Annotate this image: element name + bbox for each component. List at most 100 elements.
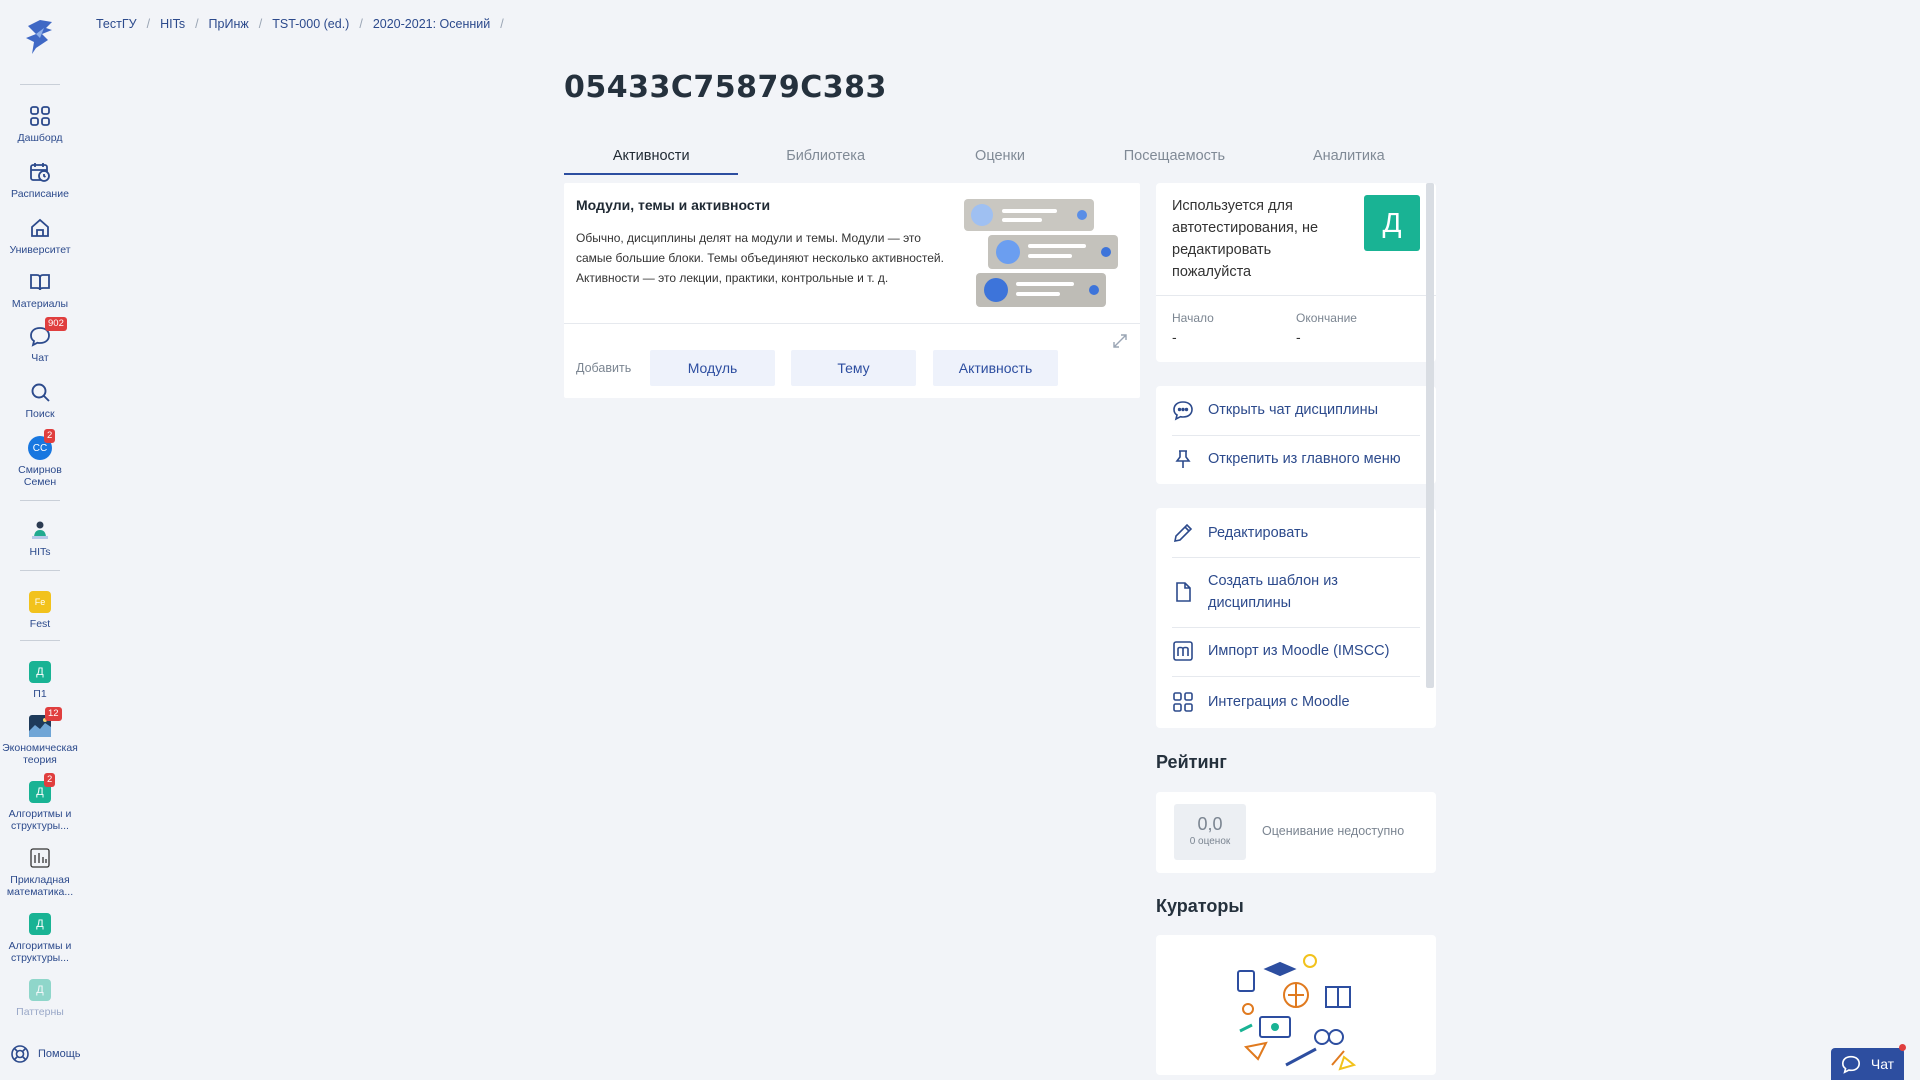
course-avatar: Д — [28, 978, 52, 1002]
breadcrumb-separator: / — [146, 17, 151, 31]
add-topic-button[interactable]: Тему — [791, 350, 916, 386]
university-icon — [28, 216, 52, 240]
chat-button[interactable]: Чат — [1831, 1048, 1904, 1080]
tab-activities[interactable]: Активности — [564, 144, 739, 176]
action-label: Импорт из Moodle (IMSCC) — [1208, 643, 1390, 659]
breadcrumb-item[interactable]: TST-000 (ed.) — [272, 17, 349, 31]
sidebar-item-profile[interactable]: СС 2 Смирнов Семен — [0, 429, 80, 488]
divider — [1172, 676, 1420, 677]
modules-card: Модули, темы и активности Обычно, дисцип… — [564, 183, 1140, 398]
sidebar-item-chat[interactable]: 902 Чат — [0, 317, 80, 364]
unread-badge: 902 — [45, 317, 67, 331]
end-date-value: - — [1296, 329, 1301, 345]
import-moodle-action[interactable]: Импорт из Moodle (IMSCC) — [1172, 640, 1420, 662]
sidebar-item-schedule[interactable]: Расписание — [0, 160, 80, 200]
sidebar-item-label: HITs — [29, 546, 51, 558]
hits-logo-icon — [28, 518, 52, 542]
sidebar-item-label: Университет — [9, 244, 71, 256]
moodle-integration-action[interactable]: Интеграция с Moodle — [1172, 691, 1420, 713]
sidebar-item-label: Прикладная математика... — [6, 874, 74, 898]
notification-badge: 2 — [44, 429, 56, 443]
divider — [1172, 557, 1420, 558]
sidebar-item-search[interactable]: Поиск — [0, 380, 80, 420]
dashboard-icon — [28, 104, 52, 128]
sidebar-item-label: Материалы — [11, 298, 69, 310]
sidebar-item-label: Алгоритмы и структуры... — [8, 808, 72, 832]
start-date-value: - — [1172, 329, 1177, 345]
breadcrumb: ТестГУ / HITs / ПрИнж / TST-000 (ed.) / 2020… — [96, 17, 514, 31]
search-icon — [28, 380, 52, 404]
course-image-icon: 12 — [28, 707, 62, 738]
start-date-label: Начало — [1172, 311, 1214, 325]
action-label: Редактировать — [1208, 525, 1309, 541]
grid-icon — [1173, 692, 1193, 712]
unpin-action[interactable]: Открепить из главного меню — [1172, 448, 1420, 470]
modules-card-title: Модули, темы и активности — [576, 197, 771, 213]
expand-icon[interactable] — [1112, 333, 1128, 349]
modules-card-description: Обычно, дисциплины делят на модули и тем… — [576, 231, 944, 285]
curators-title: Кураторы — [1156, 896, 1244, 916]
edit-action[interactable]: Редактировать — [1172, 522, 1420, 544]
tab-grades[interactable]: Оценки — [913, 144, 1087, 176]
sidebar-item-p1[interactable]: Д П1 — [0, 660, 80, 700]
sidebar-item-algorithms-1[interactable]: Д 2 Алгоритмы и структуры... — [0, 773, 80, 832]
university-logo-icon[interactable] — [22, 18, 58, 56]
avatar: СС 2 — [28, 429, 56, 460]
help-label: Помощь — [38, 1048, 81, 1060]
sidebar-item-materials[interactable]: Материалы — [0, 270, 80, 310]
fest-avatar-text: Fe — [29, 591, 51, 613]
course-image-icon — [28, 846, 52, 870]
calendar-icon — [28, 160, 52, 184]
sidebar-item-university[interactable]: Университет — [0, 216, 80, 256]
chat-icon — [1841, 1055, 1860, 1074]
breadcrumb-item[interactable]: HITs — [160, 17, 185, 31]
sidebar-divider — [20, 640, 60, 641]
breadcrumb-item[interactable]: ТестГУ — [96, 17, 137, 31]
sidebar-item-fest[interactable]: Fe Fest — [0, 590, 80, 630]
breadcrumb-separator: / — [359, 17, 363, 31]
sidebar-item-dashboard[interactable]: Дашборд — [0, 104, 80, 144]
curators-card — [1156, 935, 1436, 1075]
pin-icon — [1175, 450, 1191, 468]
sidebar-item-patterns[interactable]: Д Паттерны — [0, 978, 80, 1018]
end-date-label: Окончание — [1296, 311, 1357, 325]
rating-score: 0,0 — [1197, 814, 1223, 834]
modules-illustration-icon — [964, 199, 1118, 307]
divider — [1172, 435, 1420, 436]
rating-card: 0,0 0 оценок Оценивание недоступно — [1156, 792, 1436, 873]
breadcrumb-item[interactable]: 2020-2021: Осенний — [373, 17, 490, 31]
sidebar-item-algorithms-2[interactable]: Д Алгоритмы и структуры... — [0, 912, 80, 964]
rating-count: 0 оценок — [1189, 836, 1231, 847]
sidebar-divider — [20, 84, 60, 85]
sidebar-item-label: Паттерны — [16, 1006, 64, 1018]
sidebar-item-hits[interactable]: HITs — [0, 518, 80, 558]
divider — [1172, 627, 1420, 628]
moodle-icon — [1173, 641, 1193, 661]
rating-note: Оценивание недоступно — [1262, 824, 1405, 838]
add-activity-button[interactable]: Активность — [933, 350, 1058, 386]
open-chat-action[interactable]: Открыть чат дисциплины — [1172, 399, 1420, 421]
course-avatar-letter: Д — [29, 661, 51, 683]
file-icon — [1176, 582, 1191, 602]
scrollbar[interactable] — [1426, 183, 1434, 688]
unread-badge: 2 — [44, 773, 56, 787]
divider — [1156, 295, 1436, 296]
add-module-button[interactable]: Модуль — [650, 350, 775, 386]
course-avatar: Д 2 — [28, 773, 56, 804]
help-link[interactable]: Помощь — [10, 1044, 81, 1064]
sidebar-item-label: Fest — [29, 618, 51, 630]
course-actions-card-1: Открыть чат дисциплины Открепить из глав… — [1156, 386, 1436, 484]
breadcrumb-item[interactable]: ПрИнж — [209, 17, 249, 31]
sidebar-item-economics[interactable]: 12 Экономическая теория — [0, 707, 80, 766]
book-icon — [28, 270, 52, 294]
tab-attendance[interactable]: Посещаемость — [1087, 144, 1261, 176]
breadcrumb-separator: / — [500, 17, 504, 31]
course-avatar: Д — [28, 912, 52, 936]
sidebar-item-applied-math[interactable]: Прикладная математика... — [0, 846, 80, 898]
create-template-action[interactable]: Создать шаблон из дисциплины — [1172, 570, 1420, 614]
tab-library[interactable]: Библиотека — [738, 144, 912, 176]
sidebar-item-label: П1 — [33, 688, 47, 700]
sidebar-item-label: Алгоритмы и структуры... — [8, 940, 72, 964]
tab-analytics[interactable]: Аналитика — [1262, 144, 1436, 176]
divider — [564, 323, 1140, 324]
